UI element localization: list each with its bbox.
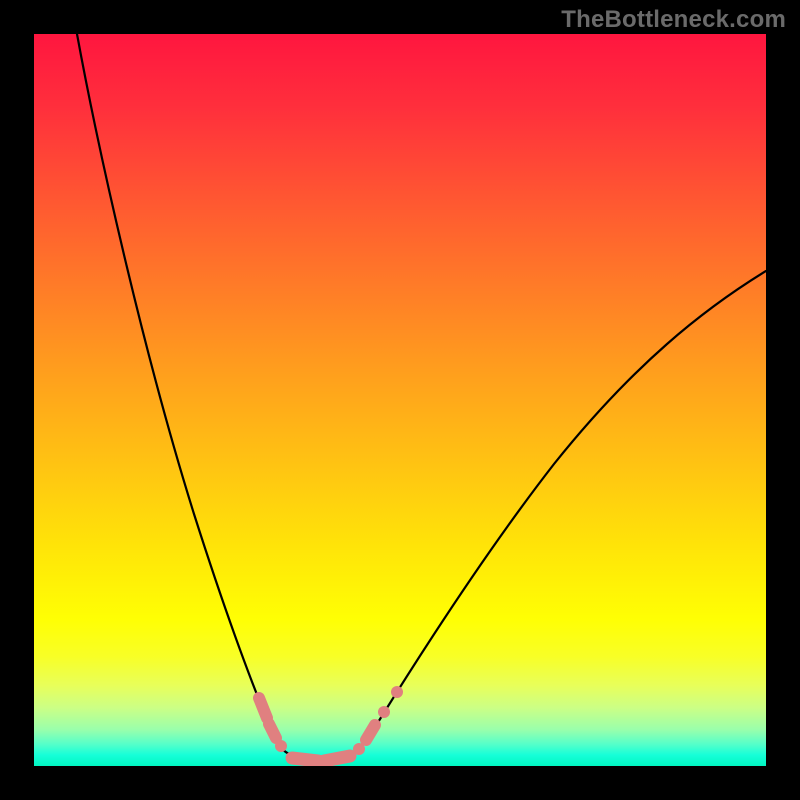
curve-layer — [34, 34, 766, 766]
marker-segment — [292, 758, 318, 761]
watermark-text: TheBottleneck.com — [561, 6, 786, 34]
marker-dot — [378, 706, 390, 718]
curve-right-branch — [358, 271, 766, 751]
marker-dot — [391, 686, 403, 698]
chart-frame: TheBottleneck.com — [0, 0, 800, 800]
curve-left-branch — [77, 34, 282, 749]
marker-segment — [269, 724, 276, 738]
plot-area — [34, 34, 766, 766]
marker-segment — [259, 698, 267, 718]
marker-segment — [366, 725, 375, 740]
marker-dot — [275, 740, 287, 752]
marker-segment — [324, 756, 350, 761]
